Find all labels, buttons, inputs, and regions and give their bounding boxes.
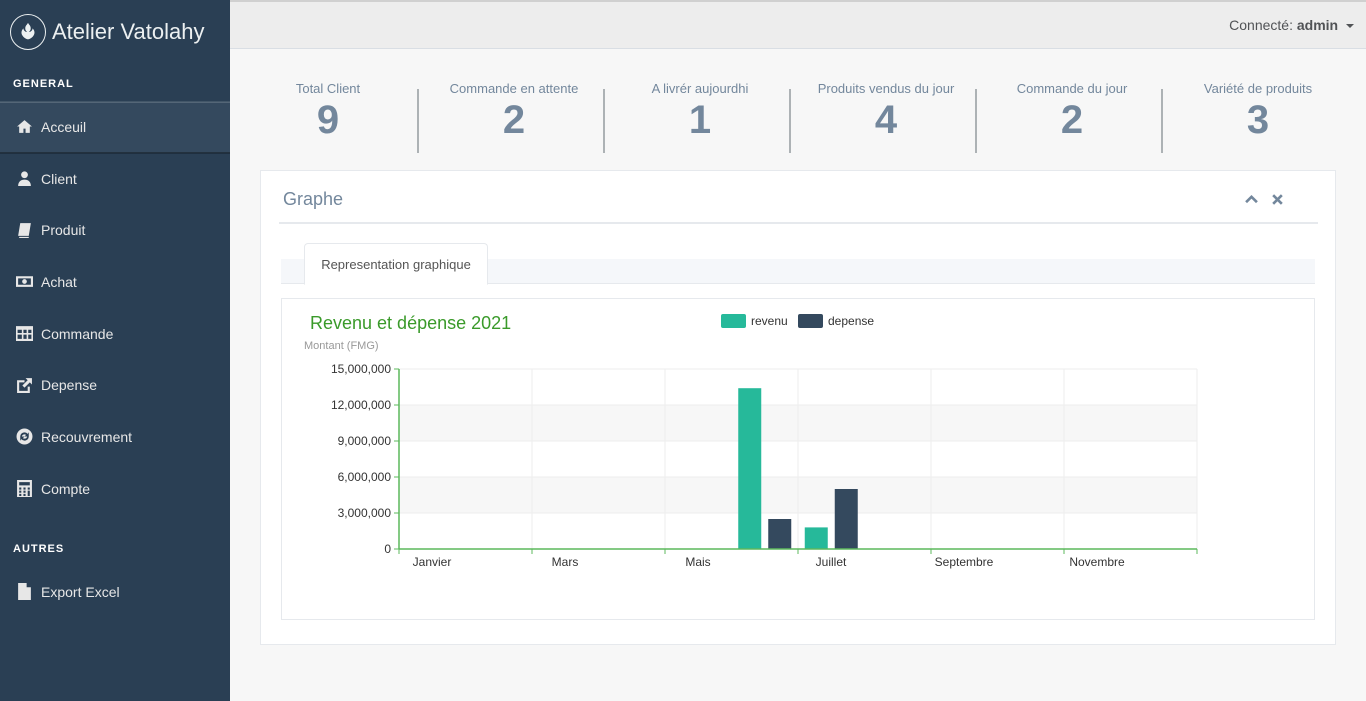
- stat-value: 1: [688, 98, 712, 142]
- file-icon: [15, 583, 33, 601]
- stat-label: Produits vendus du jour: [817, 81, 955, 96]
- section-autres-label: AUTRES: [13, 543, 65, 555]
- sidebar-item-achat[interactable]: Achat: [0, 256, 230, 308]
- tab-representation-graphique[interactable]: Representation graphique: [304, 243, 488, 285]
- stat-value: 2: [1060, 98, 1084, 142]
- money-icon: [15, 273, 33, 291]
- user-icon: [15, 170, 33, 188]
- stat-total-client: Total Client 9: [235, 80, 421, 154]
- user-dropdown[interactable]: Connecté: admin: [1229, 17, 1354, 33]
- top-nav: Connecté: admin: [230, 0, 1366, 49]
- sidebar-menu-general: Acceuil Client Produit Achat Commande De…: [0, 101, 230, 515]
- stat-label: Commande du jour: [1016, 81, 1128, 96]
- sidebar-item-label: Client: [41, 170, 77, 187]
- legend-label-depense: depense: [828, 314, 874, 328]
- sidebar-item-produit[interactable]: Produit: [0, 204, 230, 256]
- x-tick-label: Janvier: [413, 555, 452, 569]
- y-tick-label: 12,000,000: [331, 398, 391, 412]
- connected-label: Connecté:: [1229, 17, 1293, 33]
- sidebar-item-label: Achat: [41, 273, 77, 290]
- sidebar-item-label: Commande: [41, 325, 114, 342]
- sidebar-item-export-excel[interactable]: Export Excel: [0, 566, 230, 618]
- y-axis-label: Montant (FMG): [304, 340, 379, 352]
- sidebar-item-compte[interactable]: Compte: [0, 463, 230, 515]
- table-icon: [15, 325, 33, 343]
- username: admin: [1296, 17, 1339, 33]
- x-tick-label: Mars: [552, 555, 579, 569]
- stat-value: 3: [1246, 98, 1270, 142]
- stat-produits-vendus: Produits vendus du jour 4: [789, 80, 979, 154]
- stat-value: 9: [316, 98, 340, 142]
- bar-chart: Revenu et dépense 2021 Montant (FMG) reven…: [304, 313, 1198, 569]
- y-tick-label: 0: [384, 542, 391, 556]
- sidebar-item-label: Compte: [41, 480, 91, 497]
- legend-swatch-depense: [798, 314, 823, 328]
- y-tick-label: 3,000,000: [338, 506, 392, 520]
- app-title: Atelier Vatolahy: [52, 19, 205, 44]
- calculator-icon: [15, 480, 33, 498]
- tab-bar: Representation graphique: [281, 243, 1315, 285]
- sidebar-item-commande[interactable]: Commande: [0, 308, 230, 360]
- x-tick-label: Juillet: [816, 555, 847, 569]
- sidebar-item-depense[interactable]: Depense: [0, 359, 230, 411]
- y-tick-label: 6,000,000: [338, 470, 392, 484]
- sidebar-item-acceuil[interactable]: Acceuil: [0, 101, 230, 153]
- stat-value: 2: [502, 98, 526, 142]
- stat-commande-en-attente: Commande en attente 2: [417, 80, 607, 154]
- stat-commande-du-jour: Commande du jour 2: [975, 80, 1165, 154]
- y-tick-label: 9,000,000: [338, 434, 392, 448]
- sidebar-item-label: Export Excel: [41, 583, 120, 600]
- bar-revenu-juillet: [804, 527, 828, 549]
- chevron-up-icon[interactable]: [1243, 191, 1259, 207]
- stat-label: Variété de produits: [1203, 81, 1313, 96]
- rebel-logo-icon: [10, 14, 46, 50]
- chart-container: Revenu et dépense 2021 Montant (FMG) reven…: [281, 298, 1315, 620]
- graph-panel: Graphe Representation graphique Revenu e…: [260, 170, 1336, 645]
- chart-title: Revenu et dépense 2021: [310, 313, 511, 333]
- stat-label: Total Client: [295, 81, 361, 96]
- sidebar-item-client[interactable]: Client: [0, 153, 230, 205]
- legend-label-revenu: revenu: [751, 314, 788, 328]
- recycle-icon: [15, 428, 33, 446]
- sidebar-item-label: Depense: [41, 377, 98, 394]
- sidebar-item-label: Recouvrement: [41, 428, 133, 445]
- book-icon: [15, 221, 33, 239]
- sidebar-item-recouvrement[interactable]: Recouvrement: [0, 411, 230, 463]
- stat-value: 4: [874, 98, 898, 142]
- panel-divider: [279, 222, 1318, 224]
- sidebar: Atelier Vatolahy GENERAL Acceuil Client …: [0, 0, 230, 701]
- caret-down-icon: [1346, 24, 1354, 29]
- bar-revenu-juin: [738, 388, 762, 549]
- stat-variete-produits: Variété de produits 3: [1161, 80, 1351, 154]
- section-general-label: GENERAL: [13, 78, 74, 90]
- panel-tools: [1243, 191, 1285, 207]
- home-icon: [15, 118, 33, 136]
- bar-depense-juillet: [834, 489, 858, 549]
- sidebar-item-label: Acceuil: [41, 118, 87, 135]
- stat-label: A livrér aujourdhi: [651, 81, 749, 96]
- brand[interactable]: Atelier Vatolahy: [0, 0, 230, 64]
- external-link-icon: [15, 376, 33, 394]
- close-icon[interactable]: [1269, 191, 1285, 207]
- bar-depense-juin: [768, 519, 792, 549]
- x-tick-label: Septembre: [935, 555, 994, 569]
- stat-label: Commande en attente: [449, 81, 579, 96]
- x-tick-label: Novembre: [1069, 555, 1125, 569]
- legend-swatch-revenu: [721, 314, 746, 328]
- y-tick-label: 15,000,000: [331, 362, 391, 376]
- sidebar-menu-autres: Export Excel: [0, 566, 230, 618]
- panel-title: Graphe: [283, 189, 344, 209]
- sidebar-item-label: Produit: [41, 222, 86, 239]
- stats-row: Total Client 9 Commande en attente 2 A l…: [235, 80, 1351, 154]
- stat-a-livrer-aujourdhui: A livrér aujourdhi 1: [603, 80, 793, 154]
- x-tick-label: Mais: [685, 555, 710, 569]
